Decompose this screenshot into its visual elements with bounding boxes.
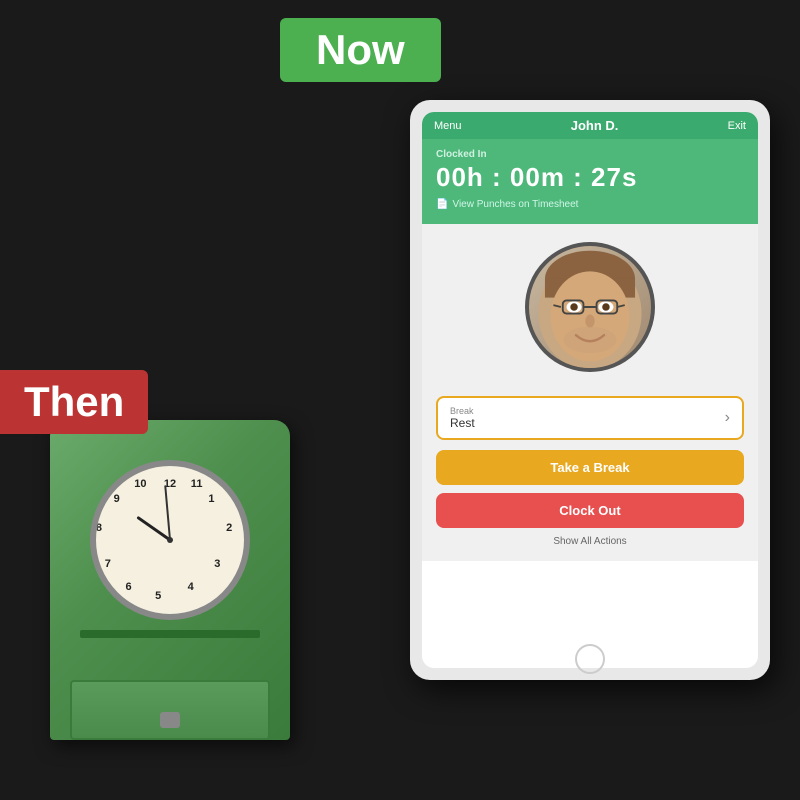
break-info: Break Rest <box>450 406 475 430</box>
clock-num-3: 3 <box>214 558 220 570</box>
exit-label[interactable]: Exit <box>728 120 746 132</box>
user-name: John D. <box>571 118 619 133</box>
tablet-screen: Menu John D. Exit Clocked In 00h : 00m :… <box>422 112 758 668</box>
tablet-topbar: Menu John D. Exit <box>422 112 758 139</box>
break-small-label: Break <box>450 406 475 416</box>
clock-face: 12 1 2 3 4 5 6 7 8 9 10 11 <box>90 460 250 620</box>
clock-num-7: 7 <box>105 558 111 570</box>
avatar-svg <box>529 246 651 368</box>
now-label: Now <box>280 18 441 82</box>
break-selection-row[interactable]: Break Rest › <box>436 396 744 440</box>
clocked-in-section: Clocked In 00h : 00m : 27s 📄 View Punche… <box>422 139 758 224</box>
tablet-home-button[interactable] <box>575 644 605 674</box>
clock-drawer <box>70 680 270 740</box>
clock-hand-minute <box>164 485 171 540</box>
avatar-section <box>422 224 758 386</box>
clock-num-11: 11 <box>191 478 203 490</box>
clock-body: 12 1 2 3 4 5 6 7 8 9 10 11 <box>50 420 290 740</box>
old-clock: 12 1 2 3 4 5 6 7 8 9 10 11 <box>30 380 310 740</box>
clock-paper-slot <box>80 630 260 638</box>
clock-num-9: 9 <box>114 493 120 505</box>
avatar-circle <box>525 242 655 372</box>
actions-area: Break Rest › Take a Break Clock Out Show… <box>422 386 758 561</box>
clocked-time-display: 00h : 00m : 27s <box>436 162 744 193</box>
then-label: Then <box>0 370 148 434</box>
break-main-label: Rest <box>450 416 475 430</box>
clock-num-1: 1 <box>208 493 214 505</box>
clock-numbers: 12 1 2 3 4 5 6 7 8 9 10 11 <box>96 466 244 614</box>
clocked-in-label: Clocked In <box>436 149 744 160</box>
chevron-right-icon: › <box>725 409 730 427</box>
menu-label[interactable]: Menu <box>434 120 462 132</box>
clock-hand-hour <box>136 516 170 541</box>
view-punches-link[interactable]: 📄 View Punches on Timesheet <box>436 199 744 210</box>
clock-num-2: 2 <box>226 522 232 534</box>
tablet-device: Menu John D. Exit Clocked In 00h : 00m :… <box>410 100 770 680</box>
clock-out-button[interactable]: Clock Out <box>436 493 744 528</box>
view-punches-text: View Punches on Timesheet <box>452 199 578 210</box>
document-icon: 📄 <box>436 199 448 210</box>
clock-num-4: 4 <box>188 581 194 593</box>
clock-center <box>167 537 173 543</box>
clock-num-6: 6 <box>125 581 131 593</box>
clock-num-10: 10 <box>134 478 146 490</box>
clock-num-5: 5 <box>155 590 161 602</box>
take-break-button[interactable]: Take a Break <box>436 450 744 485</box>
show-all-actions-link[interactable]: Show All Actions <box>436 536 744 547</box>
drawer-lock <box>160 712 180 728</box>
clock-num-8: 8 <box>96 522 102 534</box>
